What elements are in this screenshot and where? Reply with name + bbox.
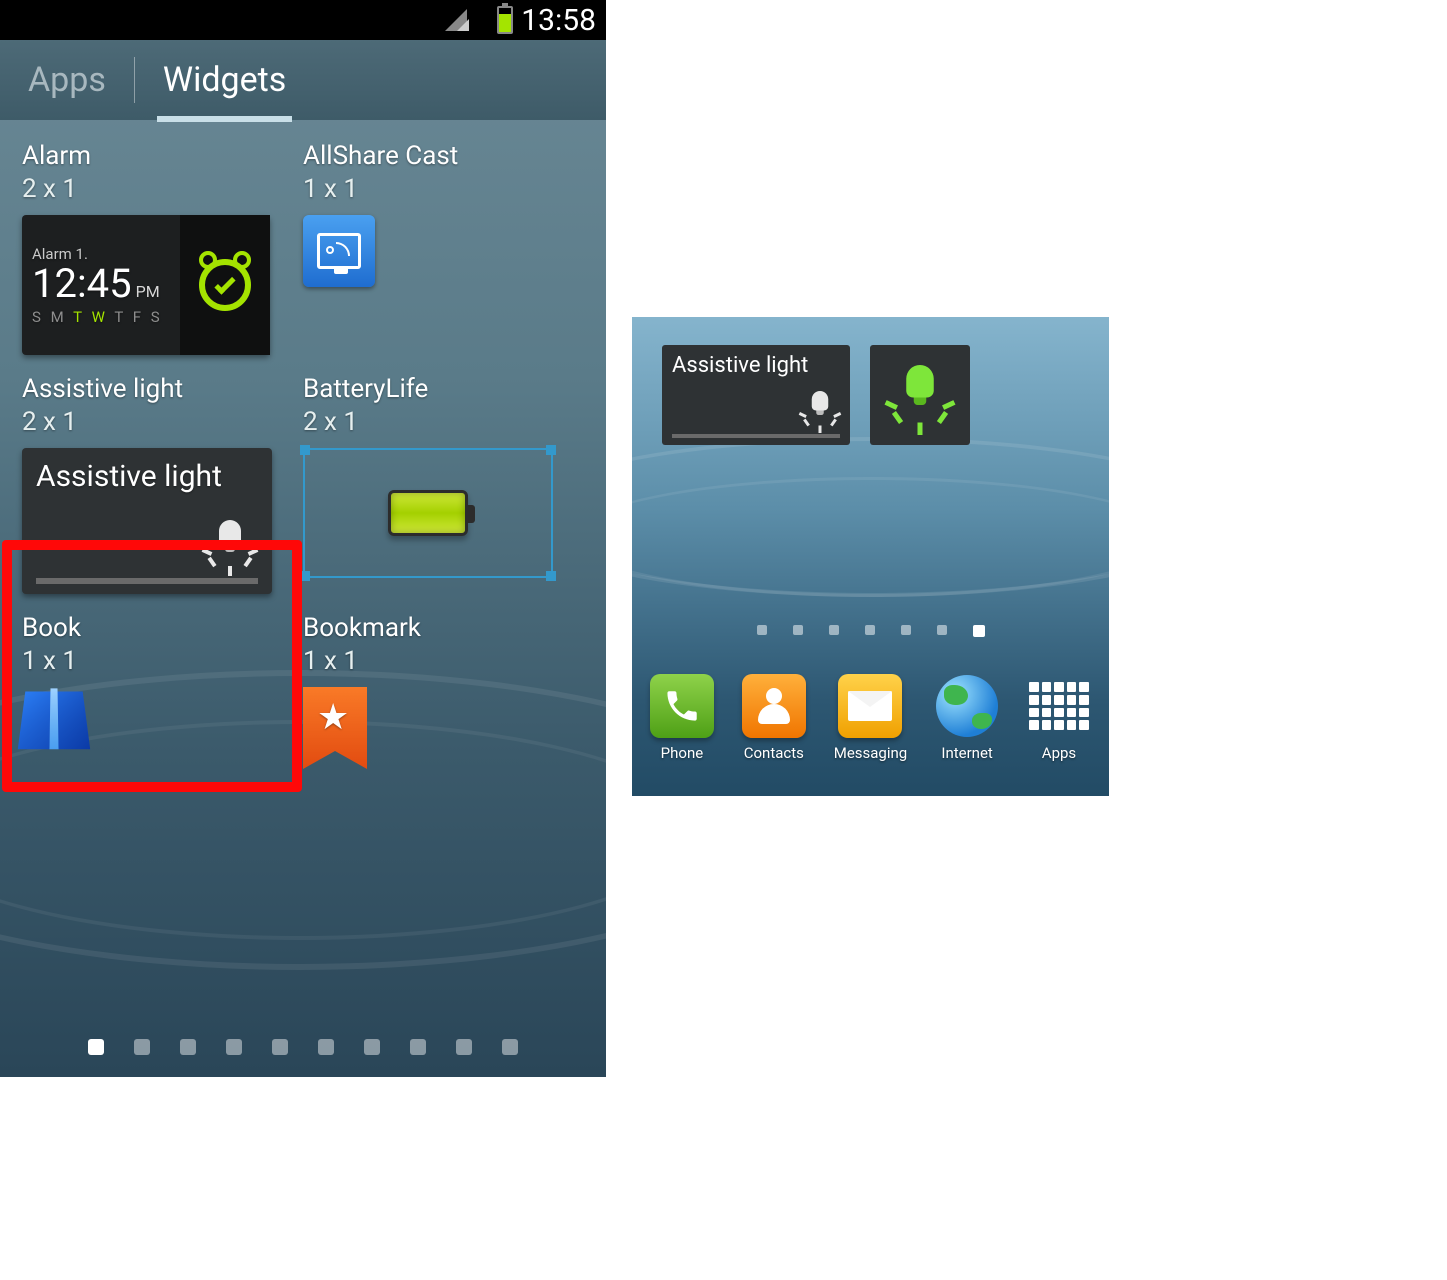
home-widgets: Assistive light — [662, 345, 970, 445]
dock: Phone Contacts Messaging Internet — [632, 666, 1109, 796]
dock-label: Messaging — [834, 744, 907, 762]
pager-dot[interactable] — [865, 625, 875, 635]
widget-pager[interactable] — [0, 1039, 606, 1055]
status-bar: 13:58 — [0, 0, 606, 40]
slider-track — [672, 434, 840, 438]
phone-home-screen: Assistive light Phone — [632, 317, 1109, 796]
home-pager[interactable] — [632, 625, 1109, 637]
widget-allshare-cast[interactable]: AllShare Cast 1 x 1 — [303, 140, 584, 355]
pager-dot[interactable] — [226, 1039, 242, 1055]
drawer-tabs: Apps Widgets — [0, 40, 606, 120]
dock-label: Contacts — [744, 744, 804, 762]
messaging-icon — [838, 674, 902, 738]
dock-phone[interactable]: Phone — [650, 674, 714, 762]
alarm-time: 12: 45 PM — [32, 264, 172, 304]
widget-alarm[interactable]: Alarm 2 x 1 Alarm 1. 12: 45 PM S M T W T… — [22, 140, 303, 355]
widget-name: Assistive light — [22, 373, 303, 406]
internet-icon — [935, 674, 999, 738]
allshare-widget-preview — [303, 215, 375, 287]
alarm-widget-preview: Alarm 1. 12: 45 PM S M T W T F S — [22, 215, 270, 355]
alarm-hour: 12: — [32, 264, 87, 304]
widgets-grid: Alarm 2 x 1 Alarm 1. 12: 45 PM S M T W T… — [0, 120, 606, 1007]
pager-dot[interactable] — [757, 625, 767, 635]
pager-dot[interactable] — [973, 625, 985, 637]
widget-size: 2 x 1 — [303, 406, 584, 439]
pager-dot[interactable] — [793, 625, 803, 635]
pager-dot[interactable] — [134, 1039, 150, 1055]
pager-dot[interactable] — [937, 625, 947, 635]
widget-batterylife[interactable]: BatteryLife 2 x 1 — [303, 373, 584, 594]
assistive-light-toggle[interactable] — [870, 345, 970, 445]
pager-dot[interactable] — [364, 1039, 380, 1055]
phone-icon — [650, 674, 714, 738]
dock-label: Apps — [1042, 744, 1076, 762]
widget-name: Bookmark — [303, 612, 584, 645]
tab-apps[interactable]: Apps — [0, 40, 134, 120]
phone-widgets-screen: 13:58 Apps Widgets Alarm 2 x 1 Alarm 1. … — [0, 0, 606, 1077]
bulb-on-icon — [890, 365, 950, 425]
dock-apps[interactable]: Apps — [1027, 674, 1091, 762]
alarm-clock-icon — [180, 215, 270, 355]
widget-size: 2 x 1 — [22, 406, 303, 439]
wallpaper-ripple — [632, 477, 1109, 597]
contacts-icon — [742, 674, 806, 738]
widget-name: AllShare Cast — [303, 140, 584, 173]
assistive-light-label: Assistive light — [36, 460, 258, 495]
pager-dot[interactable] — [410, 1039, 426, 1055]
tab-widgets[interactable]: Widgets — [135, 40, 314, 120]
dock-label: Phone — [661, 744, 704, 762]
pager-dot[interactable] — [272, 1039, 288, 1055]
assistive-light-label: Assistive light — [672, 353, 840, 378]
pager-dot[interactable] — [901, 625, 911, 635]
bookmark-widget-preview: ★ — [303, 687, 367, 769]
alarm-days: S M T W T F S — [32, 308, 172, 327]
dock-messaging[interactable]: Messaging — [834, 674, 907, 762]
alarm-minute: 45 — [87, 264, 132, 304]
pager-dot[interactable] — [829, 625, 839, 635]
widget-size: 2 x 1 — [22, 173, 303, 206]
battery-icon — [388, 490, 468, 536]
apps-grid-icon — [1027, 674, 1091, 738]
widget-name: BatteryLife — [303, 373, 584, 406]
status-time: 13:58 — [521, 3, 596, 38]
pager-dot[interactable] — [502, 1039, 518, 1055]
bulb-icon — [802, 391, 838, 427]
star-icon: ★ — [317, 695, 349, 740]
assistive-light-widget[interactable]: Assistive light — [662, 345, 850, 445]
highlight-box — [2, 540, 302, 792]
dock-contacts[interactable]: Contacts — [742, 674, 806, 762]
cast-icon — [317, 233, 361, 269]
batterylife-preview — [303, 448, 553, 578]
pager-dot[interactable] — [318, 1039, 334, 1055]
signal-icon — [457, 19, 469, 31]
widget-name: Alarm — [22, 140, 303, 173]
alarm-ampm: PM — [136, 284, 160, 300]
pager-dot[interactable] — [456, 1039, 472, 1055]
widget-bookmark[interactable]: Bookmark 1 x 1 ★ — [303, 612, 584, 769]
dock-internet[interactable]: Internet — [935, 674, 999, 762]
widget-size: 1 x 1 — [303, 173, 584, 206]
pager-dot[interactable] — [88, 1039, 104, 1055]
widget-size: 1 x 1 — [303, 645, 584, 678]
pager-dot[interactable] — [180, 1039, 196, 1055]
battery-icon — [497, 6, 513, 34]
dock-label: Internet — [941, 744, 992, 762]
